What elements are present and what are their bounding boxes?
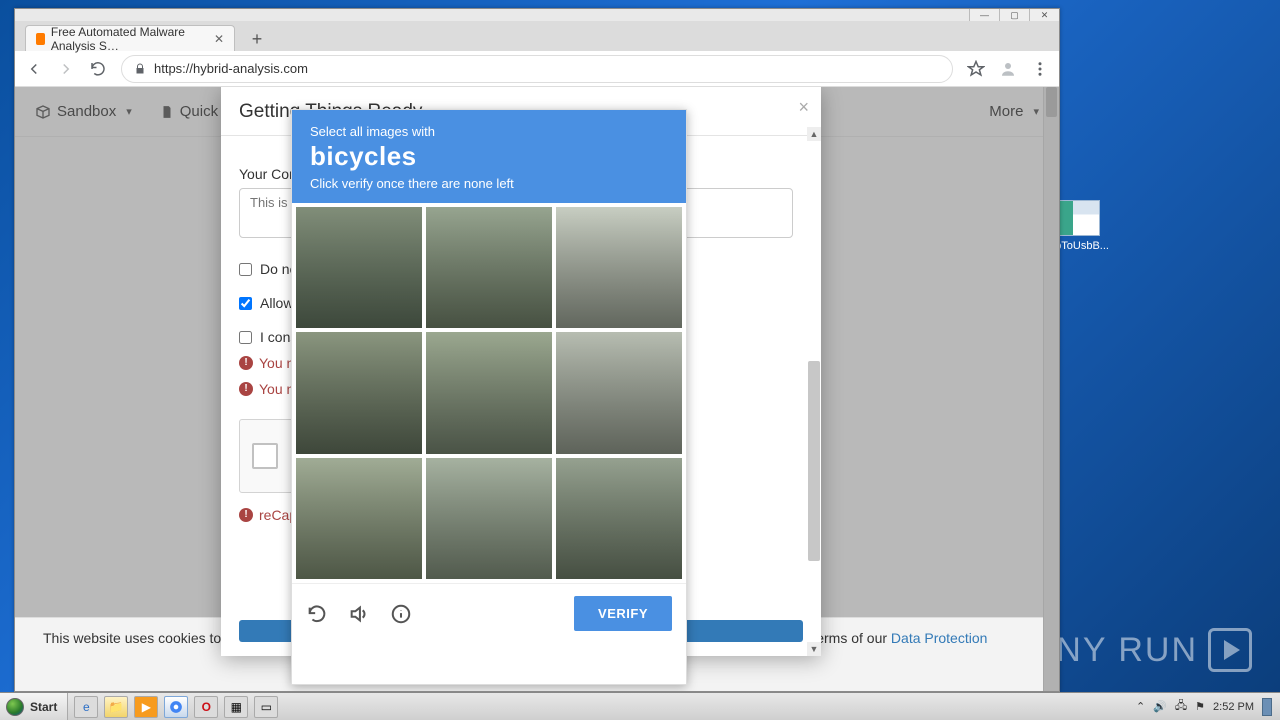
scroll-down-icon[interactable]: ▼ <box>807 642 821 656</box>
tray-chevron-icon[interactable]: ⌃ <box>1136 700 1145 713</box>
watermark: ANY RUN <box>1032 628 1252 672</box>
reload-button[interactable] <box>89 60 107 78</box>
captcha-tile[interactable] <box>426 332 552 453</box>
captcha-tile[interactable] <box>296 458 422 579</box>
new-tab-button[interactable]: + <box>245 27 269 51</box>
play-icon <box>1208 628 1252 672</box>
windows-icon <box>6 698 24 716</box>
tray-show-desktop[interactable] <box>1262 698 1272 716</box>
chrome-icon <box>169 700 183 714</box>
error-icon: ! <box>239 382 253 396</box>
checkbox-share[interactable] <box>239 263 252 276</box>
browser-tab[interactable]: Free Automated Malware Analysis S… ✕ <box>25 25 235 51</box>
captcha-instruction-2: Click verify once there are none left <box>310 176 668 191</box>
tray-volume-icon[interactable]: 🔊 <box>1153 700 1167 713</box>
taskbar-media[interactable]: ▶ <box>134 696 158 718</box>
url-field[interactable]: https://hybrid-analysis.com <box>121 55 953 83</box>
taskbar-app1[interactable]: ▦ <box>224 696 248 718</box>
tray-flag-icon[interactable]: ⚑ <box>1195 700 1205 713</box>
modal-close-button[interactable]: × <box>798 97 809 118</box>
taskbar-explorer[interactable]: 📁 <box>104 696 128 718</box>
captcha-challenge: Select all images with bicycles Click ve… <box>291 109 687 685</box>
captcha-header: Select all images with bicycles Click ve… <box>292 110 686 203</box>
captcha-tile[interactable] <box>426 207 552 328</box>
window-titlebar: — ▢ ✕ <box>15 9 1059 21</box>
address-bar: https://hybrid-analysis.com <box>15 51 1059 87</box>
reload-icon[interactable] <box>306 603 328 625</box>
taskbar-opera[interactable]: O <box>194 696 218 718</box>
captcha-tile[interactable] <box>556 458 682 579</box>
taskbar-ie[interactable]: e <box>74 696 98 718</box>
audio-icon[interactable] <box>348 603 370 625</box>
tray-clock[interactable]: 2:52 PM <box>1213 701 1254 713</box>
lock-icon <box>134 63 146 75</box>
verify-label: VERIFY <box>598 606 648 621</box>
captcha-target: bicycles <box>310 141 668 172</box>
recaptcha-checkbox[interactable] <box>252 443 278 469</box>
tray-network-icon[interactable]: 🖧 <box>1175 697 1187 716</box>
info-icon[interactable] <box>390 603 412 625</box>
cookie-dpp-link[interactable]: Data Protection <box>891 630 988 646</box>
start-button[interactable]: Start <box>0 693 68 720</box>
back-button[interactable] <box>25 60 43 78</box>
scroll-up-icon[interactable]: ▲ <box>807 127 821 141</box>
verify-button[interactable]: VERIFY <box>574 596 672 631</box>
maximize-button[interactable]: ▢ <box>999 9 1029 21</box>
file-icon <box>1058 200 1100 236</box>
browser-window: — ▢ ✕ Free Automated Malware Analysis S…… <box>14 8 1060 692</box>
error-icon: ! <box>239 356 253 370</box>
captcha-tile[interactable] <box>296 332 422 453</box>
checkbox-consent[interactable] <box>239 331 252 344</box>
favicon-icon <box>36 33 45 45</box>
system-tray: ⌃ 🔊 🖧 ⚑ 2:52 PM <box>1128 697 1280 716</box>
taskbar-app2[interactable]: ▭ <box>254 696 278 718</box>
close-tab-icon[interactable]: ✕ <box>214 32 224 46</box>
cookie-text-left: This website uses cookies to <box>43 630 221 646</box>
checkbox-allow[interactable] <box>239 297 252 310</box>
menu-icon[interactable] <box>1031 60 1049 78</box>
page-content: Sandbox Quick S More This website uses c… <box>15 87 1059 691</box>
captcha-tile[interactable] <box>426 458 552 579</box>
url-text: https://hybrid-analysis.com <box>154 61 308 76</box>
tab-title: Free Automated Malware Analysis S… <box>51 25 202 53</box>
modal-scroll-thumb[interactable] <box>808 361 820 561</box>
taskbar-chrome[interactable] <box>164 696 188 718</box>
captcha-footer: VERIFY <box>292 583 686 643</box>
minimize-button[interactable]: — <box>969 9 999 21</box>
start-label: Start <box>30 700 57 714</box>
forward-button[interactable] <box>57 60 75 78</box>
captcha-tile[interactable] <box>556 332 682 453</box>
captcha-grid <box>292 203 686 583</box>
profile-icon[interactable] <box>999 60 1017 78</box>
captcha-tile[interactable] <box>296 207 422 328</box>
captcha-tile[interactable] <box>556 207 682 328</box>
tab-strip: Free Automated Malware Analysis S… ✕ + <box>15 21 1059 51</box>
modal-scrollbar[interactable]: ▲ ▼ <box>807 127 821 656</box>
close-window-button[interactable]: ✕ <box>1029 9 1059 21</box>
captcha-instruction-1: Select all images with <box>310 124 668 139</box>
taskbar: Start e 📁 ▶ O ▦ ▭ ⌃ 🔊 🖧 ⚑ 2:52 PM <box>0 692 1280 720</box>
star-icon[interactable] <box>967 60 985 78</box>
error-icon: ! <box>239 508 253 522</box>
